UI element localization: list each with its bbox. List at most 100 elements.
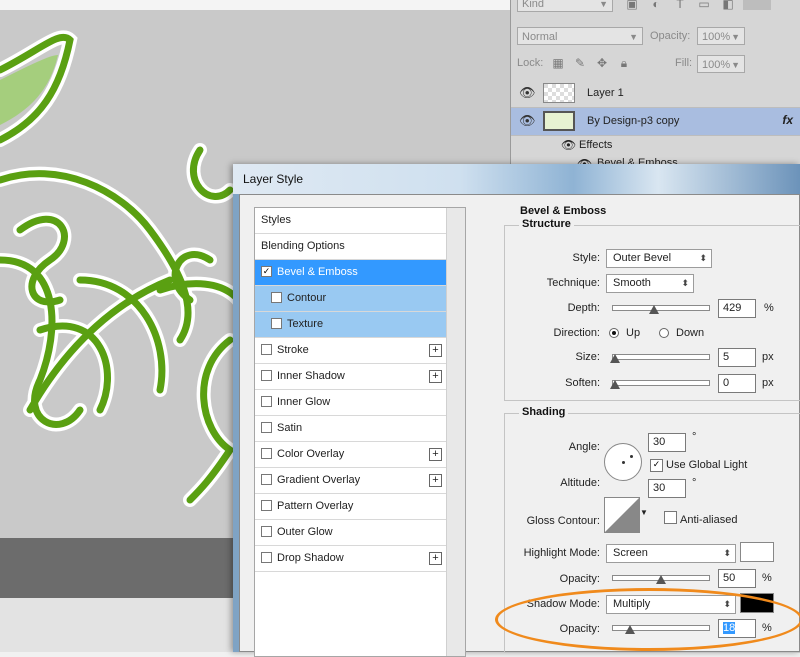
- checkbox-checked[interactable]: ✓: [261, 265, 272, 277]
- shape-filter-icon[interactable]: ▭: [697, 0, 711, 11]
- direction-down-radio[interactable]: [659, 328, 669, 338]
- lock-transparent-icon[interactable]: ▦: [551, 56, 565, 70]
- checkbox[interactable]: [261, 421, 272, 433]
- slider-thumb[interactable]: [649, 305, 659, 314]
- slider-thumb[interactable]: [610, 380, 620, 389]
- soften-input[interactable]: 0: [718, 374, 756, 393]
- checkbox[interactable]: [261, 395, 272, 407]
- eye-icon[interactable]: 👁︎: [519, 86, 536, 100]
- checkbox[interactable]: [261, 499, 272, 511]
- soften-label: Soften:: [565, 377, 600, 389]
- chevron-down-icon[interactable]: ▼: [640, 508, 648, 517]
- outer-glow-item[interactable]: Outer Glow: [255, 520, 448, 546]
- checkbox[interactable]: [271, 291, 282, 303]
- styles-scrollbar[interactable]: [446, 208, 465, 656]
- highlight-opacity-input[interactable]: 50: [718, 569, 756, 588]
- blend-row: Normal ▼ Opacity: 100% ▼: [511, 26, 800, 52]
- shading-title: Shading: [519, 406, 569, 418]
- filter-kind-select[interactable]: Kind ▼: [517, 0, 613, 12]
- checkbox[interactable]: [261, 525, 272, 537]
- opacity-field[interactable]: 100% ▼: [697, 27, 745, 45]
- depth-slider[interactable]: [612, 305, 710, 314]
- effects-row[interactable]: 👁︎ Effects: [511, 136, 800, 156]
- eye-icon[interactable]: 👁︎: [519, 114, 536, 128]
- anti-aliased-checkbox[interactable]: [664, 511, 677, 524]
- add-icon[interactable]: +: [429, 370, 442, 383]
- styles-header[interactable]: Styles: [255, 208, 448, 234]
- blend-mode-select[interactable]: Normal ▼: [517, 27, 643, 45]
- highlight-opacity-slider[interactable]: [612, 575, 710, 584]
- layer-row-by-design-copy[interactable]: 👁︎ By Design-p3 copy fx: [511, 108, 800, 136]
- fx-icon[interactable]: fx: [782, 113, 793, 127]
- layers-filter-row: Kind ▼ ▣ ◐ T ▭ ◧: [511, 0, 800, 26]
- size-input[interactable]: 5: [718, 348, 756, 367]
- dial-center: [622, 461, 625, 464]
- structure-title: Structure: [519, 218, 574, 230]
- checkbox[interactable]: [271, 317, 282, 329]
- lock-move-icon[interactable]: ✥: [595, 56, 609, 70]
- depth-input[interactable]: 429: [718, 299, 756, 318]
- fill-field[interactable]: 100% ▼: [697, 55, 745, 73]
- adjustment-filter-icon[interactable]: ◐: [649, 0, 663, 11]
- direction-label: Direction:: [553, 327, 600, 339]
- lock-brush-icon[interactable]: ✎: [573, 56, 587, 70]
- pattern-overlay-label: Pattern Overlay: [277, 500, 354, 512]
- filter-toggle[interactable]: [743, 0, 771, 10]
- inner-shadow-item[interactable]: Inner Shadow +: [255, 364, 448, 390]
- dial-handle[interactable]: [630, 455, 633, 458]
- blending-options-label: Blending Options: [261, 240, 345, 252]
- drop-shadow-item[interactable]: Drop Shadow +: [255, 546, 448, 572]
- altitude-label: Altitude:: [560, 477, 600, 489]
- satin-item[interactable]: Satin: [255, 416, 448, 442]
- gradient-overlay-label: Gradient Overlay: [277, 474, 361, 486]
- soften-slider[interactable]: [610, 380, 710, 389]
- altitude-input[interactable]: 30: [648, 479, 686, 498]
- inner-glow-item[interactable]: Inner Glow: [255, 390, 448, 416]
- eye-icon[interactable]: 👁︎: [561, 138, 576, 152]
- smart-object-filter-icon[interactable]: ◧: [721, 0, 735, 11]
- style-select[interactable]: Outer Bevel ⬍: [606, 249, 712, 268]
- gloss-contour-picker[interactable]: [604, 497, 640, 533]
- highlight-mode-select[interactable]: Screen ⬍: [606, 544, 736, 563]
- add-icon[interactable]: +: [429, 552, 442, 565]
- fill-value: 100%: [702, 59, 731, 71]
- add-icon[interactable]: +: [429, 474, 442, 487]
- technique-value: Smooth: [613, 277, 651, 289]
- pattern-overlay-item[interactable]: Pattern Overlay: [255, 494, 448, 520]
- dialog-titlebar[interactable]: [233, 164, 800, 194]
- add-icon[interactable]: +: [429, 344, 442, 357]
- direction-up-radio[interactable]: [609, 328, 619, 338]
- checkbox[interactable]: [261, 343, 272, 355]
- type-filter-icon[interactable]: T: [673, 0, 687, 11]
- lock-all-icon[interactable]: 🔒︎: [617, 56, 631, 70]
- image-filter-icon[interactable]: ▣: [625, 0, 639, 11]
- dialog-title: Layer Style: [243, 172, 304, 186]
- add-icon[interactable]: +: [429, 448, 442, 461]
- technique-select[interactable]: Smooth ⬍: [606, 274, 694, 293]
- highlight-color-swatch[interactable]: [740, 542, 774, 562]
- angle-input[interactable]: 30: [648, 433, 686, 452]
- checkbox[interactable]: [261, 473, 272, 485]
- slider-thumb[interactable]: [610, 354, 620, 363]
- drop-shadow-label: Drop Shadow: [277, 552, 344, 564]
- style-label: Style:: [572, 252, 600, 264]
- layer-row-layer-1[interactable]: 👁︎ Layer 1: [511, 80, 800, 108]
- size-slider[interactable]: [610, 354, 710, 363]
- bevel-emboss-label: Bevel & Emboss: [277, 266, 358, 278]
- stroke-item[interactable]: Stroke +: [255, 338, 448, 364]
- checkbox[interactable]: [261, 551, 272, 563]
- opacity-label: Opacity:: [650, 30, 691, 42]
- checkbox[interactable]: [261, 447, 272, 459]
- bevel-emboss-item[interactable]: ✓ Bevel & Emboss: [255, 260, 448, 286]
- texture-item[interactable]: Texture: [255, 312, 448, 338]
- use-global-light-checkbox[interactable]: ✓: [650, 459, 663, 472]
- color-overlay-item[interactable]: Color Overlay +: [255, 442, 448, 468]
- angle-dial[interactable]: [604, 443, 642, 481]
- slider-thumb[interactable]: [656, 575, 666, 584]
- gradient-overlay-item[interactable]: Gradient Overlay +: [255, 468, 448, 494]
- style-value: Outer Bevel: [613, 252, 672, 264]
- contour-item[interactable]: Contour: [255, 286, 448, 312]
- blending-options-item[interactable]: Blending Options: [255, 234, 448, 260]
- checkbox[interactable]: [261, 369, 272, 381]
- inner-glow-label: Inner Glow: [277, 396, 331, 408]
